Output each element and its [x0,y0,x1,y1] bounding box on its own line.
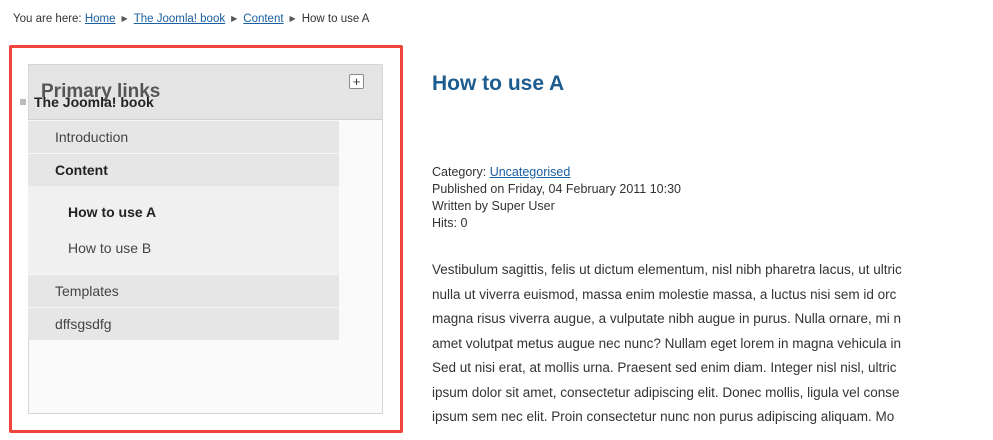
breadcrumb-separator-icon: ▶ [289,14,296,23]
breadcrumb-link-joomla-book[interactable]: The Joomla! book [134,13,225,25]
menu-item-label: The Joomla! book [34,94,154,110]
article-published: Published on Friday, 04 February 2011 10… [432,182,681,196]
menu-item-joomla-book[interactable]: The Joomla! book [14,84,339,120]
breadcrumb-link-home[interactable]: Home [85,13,116,25]
article-author: Written by Super User [432,199,555,213]
menu-item-how-to-use-b[interactable]: How to use B [28,230,339,266]
category-link[interactable]: Uncategorised [490,165,571,179]
submenu-content: How to use A How to use B [28,186,339,274]
article-body: Vestibulum sagittis, felis ut dictum ele… [432,258,993,430]
category-label: Category: [432,165,487,179]
article-body-line: amet volutpat metus augue nec nunc? Null… [432,335,902,351]
menu-item-templates[interactable]: Templates [28,274,339,307]
menu-item-how-to-use-a[interactable]: How to use A [28,194,339,230]
menu-item-introduction[interactable]: Introduction [28,120,339,153]
article-body-line: ipsum dolor sit amet, consectetur adipis… [432,384,900,400]
breadcrumb-prefix: You are here: [13,13,82,25]
breadcrumb: You are here: Home ▶ The Joomla! book ▶ Cont… [13,13,369,25]
bullet-icon [20,99,26,105]
breadcrumb-link-content[interactable]: Content [243,13,283,25]
article-body-line: magna risus viverra augue, a vulputate n… [432,311,902,326]
expand-icon[interactable]: + [349,74,364,89]
article-body-line: Vestibulum sagittis, felis ut dictum ele… [432,262,902,277]
breadcrumb-separator-icon: ▶ [121,14,128,23]
breadcrumb-separator-icon: ▶ [231,14,238,23]
article-hits: Hits: 0 [432,216,468,230]
article-body-line: Sed ut nisi erat, at mollis urna. Praese… [432,360,897,375]
breadcrumb-current: How to use A [301,13,370,25]
menu-item-dffsgsdfg[interactable]: dffsgsdfg [28,307,339,340]
article-category: Category: Uncategorised [432,164,681,181]
menu-item-content[interactable]: Content [28,153,339,186]
article-title: How to use A [432,72,565,95]
article-body-line: ipsum sem nec elit. Proin consectetur nu… [432,409,895,424]
primary-links-menu: The Joomla! book Introduction Content Ho… [14,84,339,340]
article-body-line: nulla ut viverra euismod, massa enim mol… [432,286,897,302]
article-meta: Category: Uncategorised Published on Fri… [432,164,681,232]
